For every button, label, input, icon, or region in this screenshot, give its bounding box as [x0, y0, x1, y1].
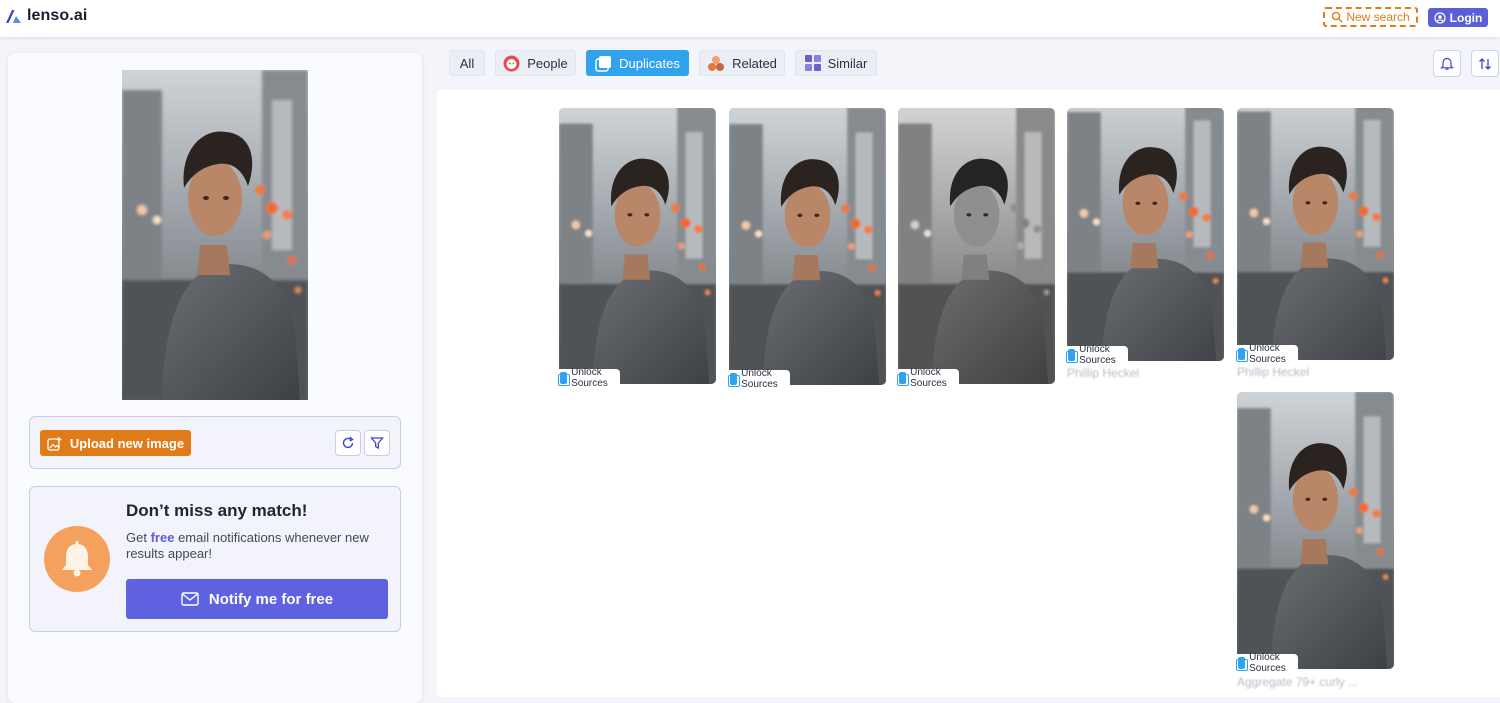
bell-badge	[44, 526, 110, 592]
unlock-sources-button[interactable]: Unlock Sources	[727, 368, 790, 390]
tab-related[interactable]: Related	[699, 50, 785, 76]
user-icon	[1434, 11, 1446, 24]
result-thumbnail[interactable]	[898, 108, 1055, 384]
bell-alert-icon	[1440, 57, 1454, 70]
unlock-sources-button[interactable]: Unlock Sources	[896, 367, 959, 389]
notify-title: Don’t miss any match!	[126, 501, 308, 520]
mail-icon	[181, 592, 199, 606]
sort-icon	[1479, 57, 1491, 70]
sort-button[interactable]	[1471, 50, 1499, 77]
upload-label: Upload new image	[69, 435, 185, 451]
notify-me-button[interactable]: Notify me for free	[126, 579, 388, 619]
duplicates-icon	[727, 372, 741, 387]
result-thumbnail[interactable]	[729, 108, 886, 385]
image-upload-icon	[47, 436, 62, 451]
result-caption: Aggregate 79+ curly ...	[1237, 675, 1359, 689]
tab-similar[interactable]: Similar	[795, 50, 877, 76]
duplicates-icon	[1235, 347, 1249, 362]
notify-button-label: Notify me for free	[208, 590, 334, 608]
result-thumbnail[interactable]	[1237, 392, 1394, 669]
result-thumbnail[interactable]	[1067, 108, 1224, 361]
notification-promo: Don’t miss any match! Get free email not…	[29, 486, 401, 632]
upload-new-image-button[interactable]: Upload new image	[40, 430, 191, 456]
new-search-button[interactable]: New search	[1323, 7, 1418, 27]
new-search-label: New search	[1346, 10, 1410, 24]
unlock-sources-button[interactable]: Unlock Sources	[557, 367, 620, 389]
tab-duplicates[interactable]: Duplicates	[586, 50, 689, 76]
bell-icon	[62, 541, 92, 577]
notify-description: Get free email notifications whenever ne…	[126, 530, 369, 561]
result-caption: Phillip Heckel	[1237, 365, 1310, 379]
logo-text: lenso.ai	[27, 7, 88, 24]
duplicates-icon	[1065, 348, 1079, 363]
query-image	[122, 70, 308, 400]
duplicates-icon	[896, 371, 910, 386]
result-thumbnail[interactable]	[1237, 108, 1394, 360]
alert-button[interactable]	[1433, 50, 1461, 77]
duplicates-icon	[595, 55, 612, 72]
tab-all[interactable]: All	[449, 50, 485, 76]
filter-button[interactable]	[364, 430, 390, 456]
login-button[interactable]: Login	[1428, 8, 1488, 27]
lenso-logo-icon	[6, 9, 21, 23]
logo[interactable]: lenso.ai	[5, 7, 87, 25]
refresh-button[interactable]	[335, 430, 361, 456]
unlock-sources-button[interactable]: Unlock Sources	[1235, 652, 1298, 674]
result-caption: Phillip Heckel	[1067, 366, 1140, 380]
filter-icon	[370, 437, 384, 450]
upload-panel: Upload new image	[29, 416, 401, 469]
login-label: Login	[1449, 10, 1483, 25]
refresh-icon	[342, 436, 354, 449]
duplicates-icon	[557, 371, 571, 386]
search-sidebar: Upload new image Don’t miss any match! G…	[8, 53, 422, 703]
top-header: lenso.ai New search Login	[0, 0, 1500, 37]
people-icon	[503, 55, 520, 71]
result-tabs: All People Duplicates Related Similar	[437, 38, 1500, 90]
unlock-sources-button[interactable]: Unlock Sources	[1065, 344, 1128, 366]
result-thumbnail[interactable]	[559, 108, 716, 384]
related-icon	[708, 55, 725, 71]
tab-people[interactable]: People	[495, 50, 576, 76]
similar-icon	[804, 55, 821, 71]
search-icon	[1332, 11, 1343, 23]
unlock-sources-button[interactable]: Unlock Sources	[1235, 343, 1298, 365]
duplicates-icon	[1235, 656, 1249, 671]
results-area: All People Duplicates Related Similar Un…	[437, 38, 1500, 697]
